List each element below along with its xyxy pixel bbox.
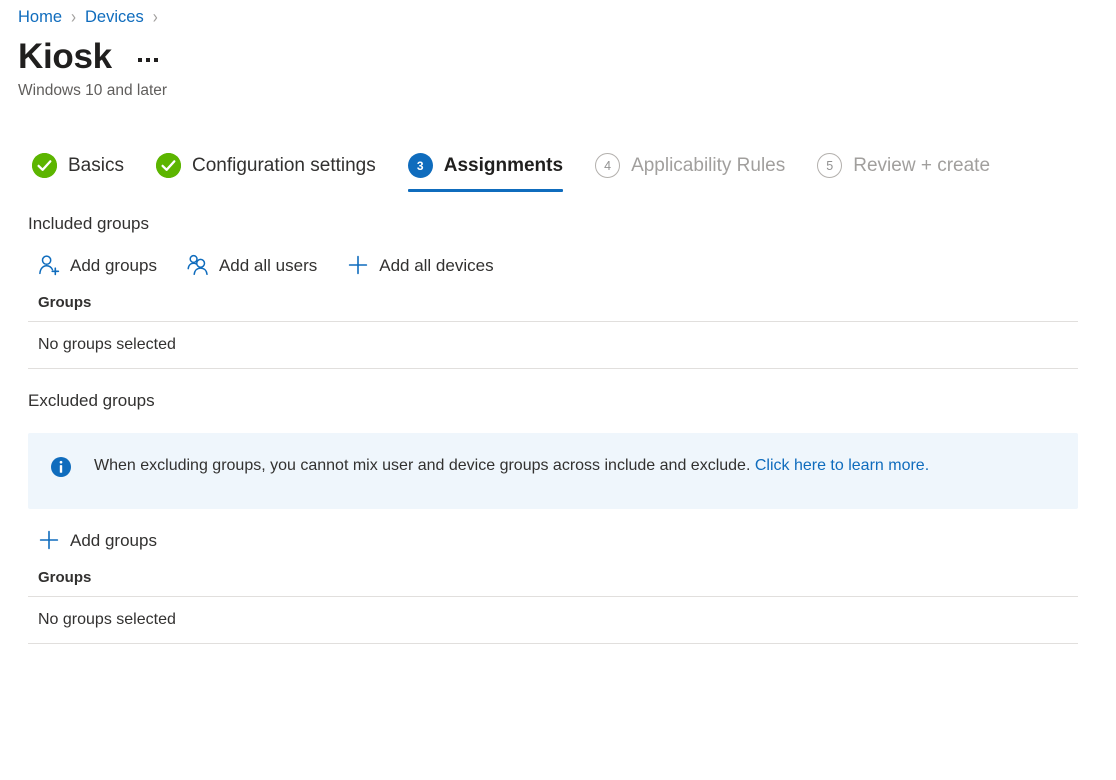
table-row: No groups selected	[28, 596, 1078, 644]
add-all-users-button[interactable]: Add all users	[187, 248, 333, 282]
excluded-groups-commandbar: Add groups	[28, 523, 1116, 557]
breadcrumb-item-devices[interactable]: Devices	[85, 8, 144, 27]
breadcrumb-item-home[interactable]: Home	[18, 8, 62, 27]
exclusion-info-banner: When excluding groups, you cannot mix us…	[28, 433, 1078, 509]
tab-configuration-settings[interactable]: Configuration settings	[146, 153, 398, 192]
tab-label: Basics	[68, 156, 124, 175]
plus-icon	[347, 254, 369, 276]
step-number-badge: 4	[595, 153, 620, 178]
plus-icon	[38, 529, 60, 551]
breadcrumb: Home › Devices ›	[0, 0, 1116, 28]
exclusion-info-message: When excluding groups, you cannot mix us…	[94, 457, 750, 474]
command-label: Add groups	[70, 532, 157, 549]
assignments-content: Included groups Add groups	[0, 214, 1116, 644]
page-title: Kiosk	[18, 39, 112, 74]
tab-label: Review + create	[853, 156, 990, 175]
step-number-badge: 5	[817, 153, 842, 178]
tab-label: Configuration settings	[192, 156, 376, 175]
tab-assignments[interactable]: 3 Assignments	[398, 153, 585, 192]
check-circle-icon	[32, 153, 57, 178]
tab-label: Applicability Rules	[631, 156, 785, 175]
column-header-groups: Groups	[28, 294, 1078, 321]
add-groups-button[interactable]: Add groups	[38, 248, 173, 282]
add-groups-button-excluded[interactable]: Add groups	[38, 523, 173, 557]
exclusion-info-text: When excluding groups, you cannot mix us…	[94, 455, 929, 477]
info-icon	[50, 456, 72, 478]
excluded-groups-heading: Excluded groups	[28, 391, 1116, 411]
tab-label: Assignments	[444, 156, 563, 175]
tab-applicability-rules[interactable]: 4 Applicability Rules	[585, 153, 807, 192]
command-label: Add all users	[219, 257, 317, 274]
page-subtitle: Windows 10 and later	[0, 76, 1116, 100]
learn-more-link[interactable]: Click here to learn more.	[755, 457, 929, 474]
ellipsis-icon-dot	[154, 58, 158, 62]
excluded-groups-table: Groups No groups selected	[28, 569, 1078, 644]
assignments-page: Home › Devices › Kiosk Windows 10 and la…	[0, 0, 1116, 780]
included-groups-heading: Included groups	[28, 214, 1116, 234]
column-header-groups: Groups	[28, 569, 1078, 596]
ellipsis-icon-dot	[138, 58, 142, 62]
active-tab-indicator	[408, 189, 563, 192]
ellipsis-icon-dot	[146, 58, 150, 62]
page-title-row: Kiosk	[0, 28, 1116, 76]
step-number-badge: 3	[408, 153, 433, 178]
people-icon	[187, 254, 209, 276]
tab-review-create[interactable]: 5 Review + create	[807, 153, 1012, 192]
chevron-right-icon: ›	[71, 8, 76, 27]
add-user-icon	[38, 254, 60, 276]
table-row: No groups selected	[28, 321, 1078, 369]
chevron-right-icon: ›	[153, 8, 158, 27]
add-all-devices-button[interactable]: Add all devices	[347, 248, 509, 282]
included-groups-table: Groups No groups selected	[28, 294, 1078, 369]
wizard-steps: Basics Configuration settings 3 Assignme…	[0, 142, 1116, 192]
check-circle-icon	[156, 153, 181, 178]
command-label: Add groups	[70, 257, 157, 274]
included-groups-commandbar: Add groups Add all users	[28, 248, 1116, 282]
more-actions-button[interactable]	[134, 54, 162, 66]
tab-basics[interactable]: Basics	[22, 153, 146, 192]
command-label: Add all devices	[379, 257, 493, 274]
